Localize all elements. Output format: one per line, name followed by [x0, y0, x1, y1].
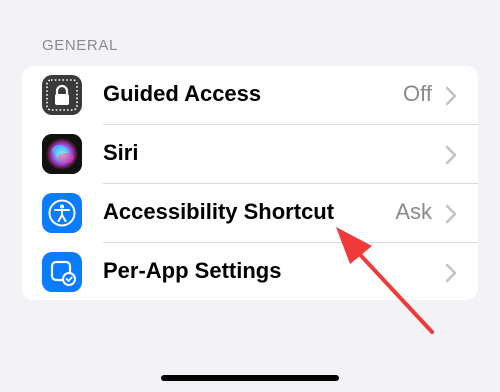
chevron-right-icon [445, 145, 457, 165]
chevron-right-icon [445, 86, 457, 106]
siri-label: Siri [103, 140, 139, 165]
per-app-settings-label: Per-App Settings [103, 258, 282, 283]
accessibility-icon [42, 193, 82, 233]
accessibility-shortcut-row[interactable]: Accessibility Shortcut Ask [22, 184, 478, 242]
guided-access-label: Guided Access [103, 81, 262, 106]
per-app-settings-row[interactable]: Per-App Settings [22, 243, 478, 300]
general-settings-group: Guided Access Off Siri Accessibility Sho… [22, 66, 478, 300]
section-header: GENERAL [42, 37, 118, 54]
per-app-settings-icon [42, 252, 82, 292]
accessibility-shortcut-label: Accessibility Shortcut [103, 199, 335, 224]
chevron-right-icon [445, 263, 457, 283]
guided-access-row[interactable]: Guided Access Off [22, 66, 478, 124]
home-indicator[interactable] [161, 375, 339, 381]
lock-icon [42, 75, 82, 115]
siri-row[interactable]: Siri [22, 125, 478, 183]
accessibility-shortcut-value: Ask [395, 199, 432, 224]
chevron-right-icon [445, 204, 457, 224]
siri-icon [42, 134, 82, 174]
guided-access-value: Off [403, 81, 432, 106]
